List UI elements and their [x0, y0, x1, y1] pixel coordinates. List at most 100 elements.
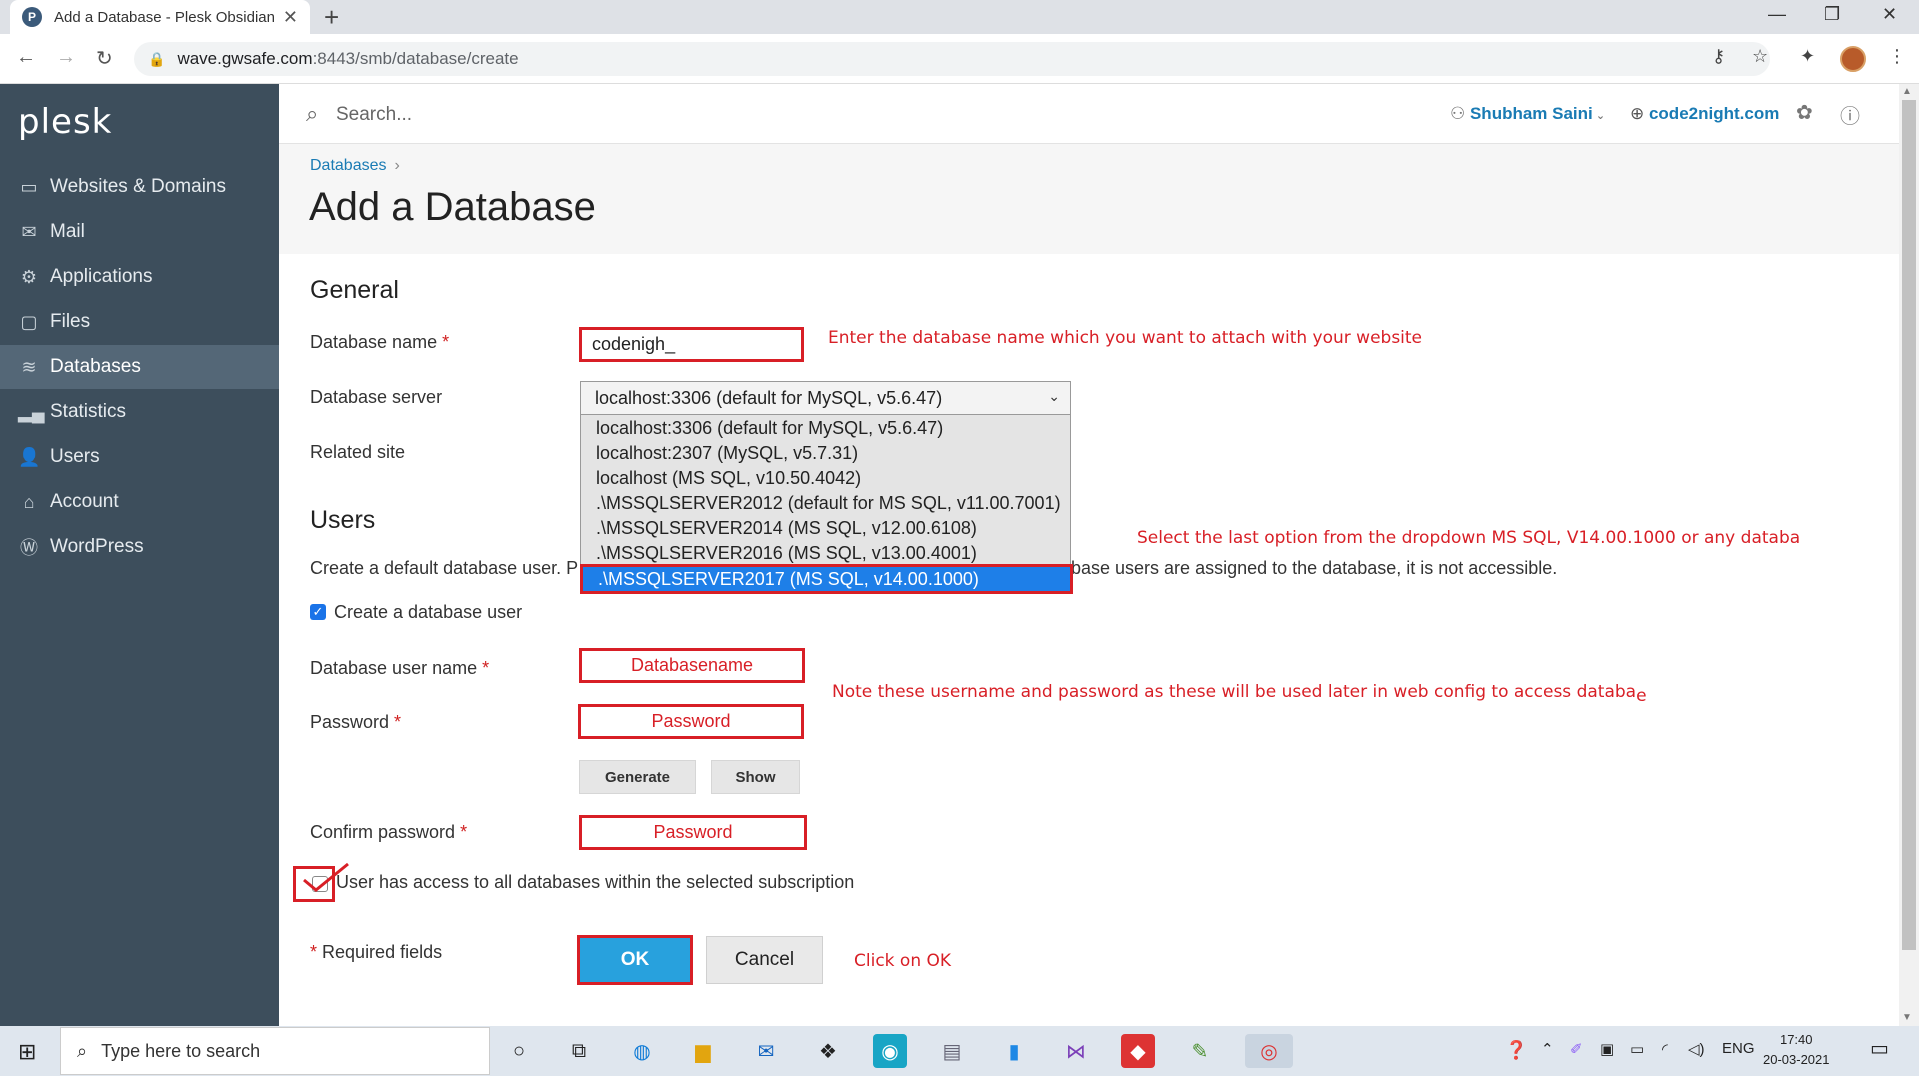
forward-icon[interactable]: →: [56, 46, 76, 69]
lock-icon: 🔒: [148, 50, 166, 67]
help-tray-icon[interactable]: ❓: [1505, 1040, 1527, 1061]
language-indicator[interactable]: ENG: [1722, 1040, 1755, 1057]
search-input[interactable]: [336, 100, 736, 130]
password-input[interactable]: [578, 704, 804, 739]
browser-tab-bar: P Add a Database - Plesk Obsidian ✕ + — …: [0, 0, 1919, 34]
reload-icon[interactable]: ↻: [96, 46, 113, 71]
domain-name: code2night.com: [1648, 104, 1780, 123]
file-explorer-icon[interactable]: ▆: [686, 1034, 720, 1068]
browser-tab[interactable]: P Add a Database - Plesk Obsidian ✕: [10, 0, 310, 34]
task-view-icon[interactable]: ⧉: [562, 1034, 596, 1068]
sidebar-item-applications[interactable]: ⚙ Applications: [0, 255, 279, 299]
url-path: :8443/smb/database/create: [312, 49, 519, 68]
back-icon[interactable]: ←: [16, 46, 36, 69]
scroll-up-icon[interactable]: ▲: [1902, 86, 1912, 97]
clock[interactable]: 17:40 20-03-2021: [1763, 1030, 1830, 1070]
annotation-select-server: Select the last option from the dropdown…: [1137, 528, 1801, 548]
db-name-input[interactable]: [579, 327, 804, 362]
sidebar-item-label: WordPress: [50, 536, 144, 557]
dropbox-icon[interactable]: ❖: [811, 1034, 845, 1068]
plesk-logo: plesk: [18, 102, 113, 142]
notepad-app-icon[interactable]: ✎: [1183, 1034, 1217, 1068]
dropdown-option[interactable]: .\MSSQLSERVER2014 (MS SQL, v12.00.6108): [581, 516, 1072, 541]
breadcrumb-databases[interactable]: Databases: [310, 157, 387, 174]
close-tab-icon[interactable]: ✕: [283, 7, 298, 28]
profile-avatar[interactable]: [1840, 46, 1866, 72]
db-server-select[interactable]: localhost:3306 (default for MySQL, v5.6.…: [580, 381, 1071, 415]
db-server-label: Database server: [310, 387, 443, 407]
sidebar-item-files[interactable]: ▢ Files: [0, 300, 279, 344]
mail-icon[interactable]: ✉: [749, 1034, 783, 1068]
notifications-icon[interactable]: ▭: [1870, 1036, 1889, 1061]
scroll-down-icon[interactable]: ▼: [1902, 1012, 1912, 1023]
sidebar-item-label: Mail: [50, 221, 85, 242]
cortana-icon[interactable]: ○: [502, 1034, 536, 1068]
dropdown-option-selected[interactable]: .\MSSQLSERVER2017 (MS SQL, v14.00.1000): [580, 564, 1073, 594]
folder-icon: ▢: [20, 311, 38, 332]
dropdown-option[interactable]: localhost:2307 (MySQL, v5.7.31): [581, 441, 1072, 466]
extensions-catalog-icon[interactable]: ✿: [1796, 100, 1813, 125]
cancel-button[interactable]: Cancel: [706, 936, 823, 984]
taskbar-search[interactable]: ⌕ Type here to search: [60, 1027, 490, 1075]
dropdown-option[interactable]: localhost:3306 (default for MySQL, v5.6.…: [581, 416, 1072, 441]
help-icon[interactable]: ⓘ: [1840, 100, 1860, 129]
pen-tray-icon[interactable]: ✐: [1570, 1040, 1583, 1058]
windows-start-icon[interactable]: ⊞: [18, 1039, 36, 1065]
breadcrumb[interactable]: Databases ›: [310, 157, 400, 175]
user-menu[interactable]: ⚇ Shubham Saini ⌄: [1450, 104, 1605, 124]
restore-icon[interactable]: ❐: [1824, 4, 1840, 25]
chevron-right-icon: ›: [394, 157, 400, 174]
url-bar[interactable]: 🔒 wave.gwsafe.com:8443/smb/database/crea…: [134, 42, 1770, 76]
db-username-input[interactable]: [579, 648, 805, 683]
db-server-selected-value: localhost:3306 (default for MySQL, v5.6.…: [595, 387, 943, 408]
sidebar-item-label: Applications: [50, 266, 153, 287]
confirm-password-input[interactable]: [579, 815, 807, 850]
visual-studio-icon[interactable]: ⋈: [1059, 1034, 1093, 1068]
sidebar-item-users[interactable]: 👤 Users: [0, 435, 279, 479]
phone-app-icon[interactable]: ▮: [997, 1034, 1031, 1068]
edge-icon[interactable]: ◍: [625, 1034, 659, 1068]
minimize-icon[interactable]: —: [1768, 4, 1786, 25]
clock-date: 20-03-2021: [1763, 1052, 1830, 1067]
tab-title: Add a Database - Plesk Obsidian: [54, 8, 275, 26]
bookmark-star-icon[interactable]: ☆: [1752, 46, 1768, 67]
sidebar-item-label: Databases: [50, 356, 141, 377]
dropdown-option[interactable]: localhost (MS SQL, v10.50.4042): [581, 466, 1072, 491]
ok-button[interactable]: OK: [577, 935, 693, 985]
battery-icon[interactable]: ▭: [1630, 1040, 1644, 1058]
meet-tray-icon[interactable]: ▣: [1600, 1040, 1614, 1058]
related-site-label: Related site: [310, 442, 406, 462]
domain-switcher[interactable]: ⊕ code2night.com: [1630, 104, 1779, 124]
gear-icon: ⚙: [20, 266, 38, 287]
generate-password-button[interactable]: Generate: [579, 760, 696, 794]
sidebar-item-wordpress[interactable]: Ⓦ WordPress: [0, 525, 279, 569]
key-icon[interactable]: ⚷: [1712, 46, 1725, 67]
tray-expand-icon[interactable]: ⌃: [1541, 1040, 1554, 1058]
plesk-favicon-icon: P: [22, 7, 42, 27]
chrome-taskbar-icon[interactable]: ◎: [1245, 1034, 1293, 1068]
git-app-icon[interactable]: ◆: [1121, 1034, 1155, 1068]
sidebar-item-account[interactable]: ⌂ Account: [0, 480, 279, 524]
app-icon[interactable]: ◉: [873, 1034, 907, 1068]
users-description-right: base users are assigned to the database,…: [1071, 558, 1558, 578]
scrollbar-thumb[interactable]: [1902, 100, 1916, 950]
dropdown-option[interactable]: .\MSSQLSERVER2012 (default for MS SQL, v…: [581, 491, 1072, 516]
access-all-databases-label: User has access to all databases within …: [336, 872, 855, 892]
sidebar-item-mail[interactable]: ✉ Mail: [0, 210, 279, 254]
dropdown-option[interactable]: .\MSSQLSERVER2016 (MS SQL, v13.00.4001): [581, 541, 1072, 566]
close-window-icon[interactable]: ✕: [1882, 4, 1897, 25]
create-user-checkbox[interactable]: ✓: [310, 604, 326, 620]
sidebar-item-label: Statistics: [50, 401, 127, 422]
network-app-icon[interactable]: ▤: [935, 1034, 969, 1068]
sidebar-item-statistics[interactable]: ▂▄ Statistics: [0, 390, 279, 434]
chrome-menu-icon[interactable]: ⋮: [1888, 46, 1906, 67]
search-icon: ⌕: [306, 101, 319, 126]
envelope-icon: ✉: [21, 221, 37, 242]
wifi-icon[interactable]: ◜: [1662, 1040, 1668, 1058]
sidebar-item-databases[interactable]: ≋ Databases: [0, 345, 279, 389]
extensions-icon[interactable]: ✦: [1800, 46, 1815, 67]
sidebar-item-websites-domains[interactable]: ▭ Websites & Domains: [0, 165, 279, 209]
volume-icon[interactable]: ◁): [1688, 1040, 1705, 1058]
new-tab-icon[interactable]: +: [324, 2, 339, 33]
show-password-button[interactable]: Show: [711, 760, 800, 794]
